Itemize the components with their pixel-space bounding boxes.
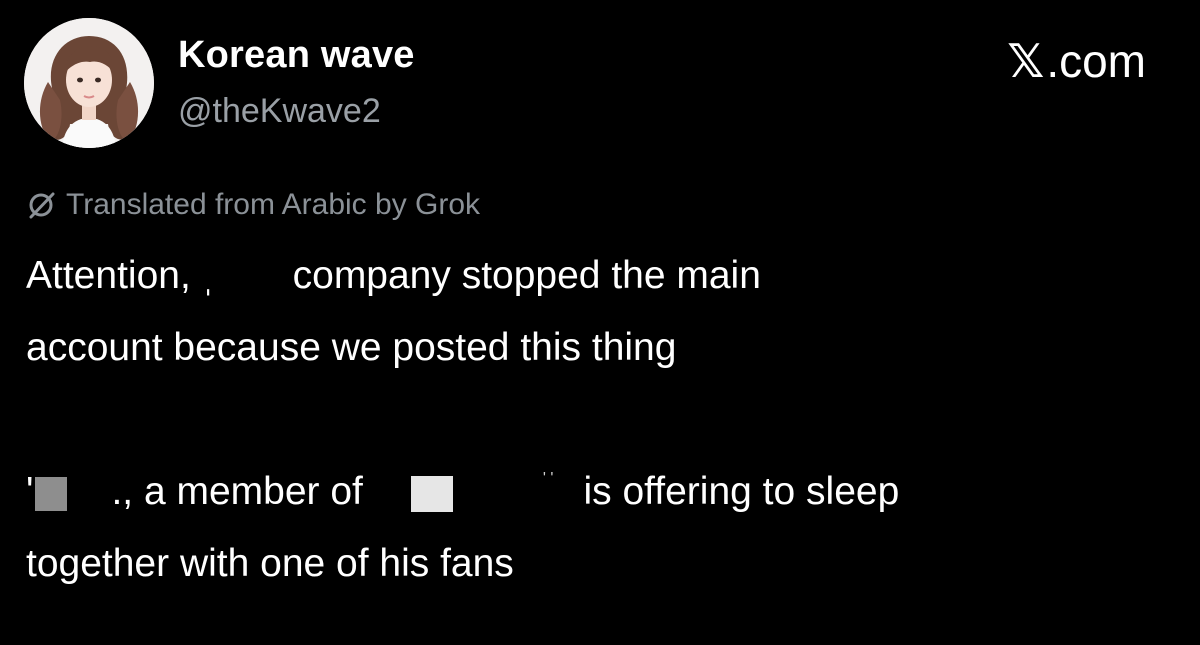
brand-domain: .com	[1046, 35, 1146, 87]
redaction-pixel	[35, 476, 68, 511]
post-text-line-3: ' ., a member of ' ' is offering to sleep	[26, 470, 1176, 514]
post-text-segment: Attention,	[26, 254, 202, 297]
avatar-image	[24, 18, 154, 148]
redaction-block	[71, 476, 112, 511]
redaction-block	[362, 474, 411, 513]
translation-notice-text: Translated from Arabic by Grok	[66, 188, 481, 221]
avatar[interactable]	[24, 18, 154, 148]
translation-notice[interactable]: Translated from Arabic by Grok	[26, 188, 480, 222]
post-screenshot: Korean wave @theKwave2 𝕏 .com Translated…	[0, 0, 1200, 645]
post-text-line-1: Attention, ˌ company stopped the main	[26, 254, 1176, 298]
grok-icon	[29, 192, 55, 219]
post-text-line-4: together with one of his fans	[26, 542, 514, 585]
user-handle[interactable]: @theKwave2	[178, 92, 381, 131]
redacted-fragment: ˌ	[201, 254, 215, 297]
post-text-segment: is offering to sleep	[583, 470, 900, 513]
redaction-block	[214, 258, 293, 297]
post-text-line-2: account because we posted this thing	[26, 326, 677, 369]
redaction-block	[452, 474, 543, 513]
post-text-segment: company stopped the main	[292, 254, 761, 297]
brand-watermark: 𝕏 .com	[1007, 34, 1146, 88]
x-logo-icon: 𝕏	[1007, 34, 1045, 88]
redaction-block	[553, 474, 584, 513]
redacted-fragment: ' '	[542, 470, 554, 487]
redacted-fragment: '	[26, 470, 34, 513]
display-name[interactable]: Korean wave	[178, 34, 415, 77]
post-text-segment: ., a member of	[111, 470, 363, 513]
redaction-pixel	[410, 475, 453, 512]
